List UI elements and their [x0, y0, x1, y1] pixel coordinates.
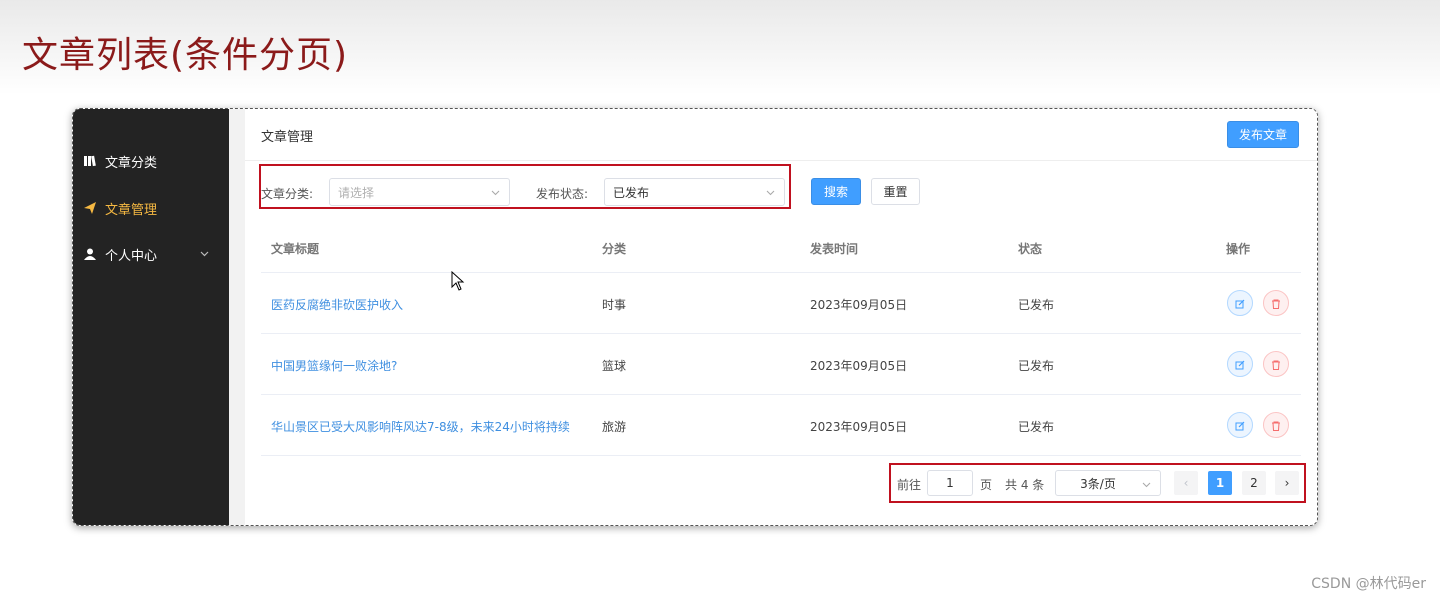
trash-icon — [1271, 294, 1281, 313]
table-header-row: 文章标题 分类 发表时间 状态 操作 — [261, 223, 1301, 273]
delete-button[interactable] — [1263, 351, 1289, 377]
edit-icon — [1235, 355, 1245, 374]
search-button[interactable]: 搜索 — [811, 178, 861, 205]
article-date: 2023年09月05日 — [810, 359, 908, 373]
article-title-link[interactable]: 医药反腐绝非砍医护收入 — [271, 296, 403, 313]
category-select[interactable]: 请选择 — [329, 178, 510, 206]
status-value: 已发布 — [613, 185, 650, 200]
chevron-down-icon — [1142, 477, 1151, 488]
chevron-down-icon — [491, 185, 500, 196]
mouse-cursor-icon — [451, 270, 465, 295]
article-category: 时事 — [602, 298, 627, 312]
trash-icon — [1271, 416, 1281, 435]
article-status: 已发布 — [1018, 359, 1055, 373]
chevron-down-icon[interactable] — [200, 249, 209, 260]
sidebar-item-article-category[interactable]: 文章分类 — [83, 151, 223, 171]
category-placeholder: 请选择 — [338, 185, 375, 200]
page-1-button[interactable]: 1 — [1208, 471, 1232, 495]
next-page-button[interactable]: › — [1275, 471, 1299, 495]
total-count: 共 4 条 — [1005, 478, 1045, 492]
edit-icon — [1235, 294, 1245, 313]
article-category: 旅游 — [602, 420, 627, 434]
delete-button[interactable] — [1263, 412, 1289, 438]
edit-icon — [1235, 416, 1245, 435]
goto-suffix: 页 — [980, 478, 993, 492]
page-size-value: 3条/页 — [1080, 476, 1116, 491]
user-icon — [83, 247, 97, 261]
status-select[interactable]: 已发布 — [604, 178, 785, 206]
column-header-title: 文章标题 — [271, 242, 320, 256]
delete-button[interactable] — [1263, 290, 1289, 316]
prev-page-button[interactable]: ‹ — [1174, 471, 1198, 495]
trash-icon — [1271, 355, 1281, 374]
article-date: 2023年09月05日 — [810, 420, 908, 434]
sidebar-item-personal-center[interactable]: 个人中心 — [83, 244, 223, 264]
article-date: 2023年09月05日 — [810, 298, 908, 312]
page-header: 文章管理 发布文章 — [245, 109, 1317, 161]
goto-page-input[interactable]: 1 — [927, 470, 973, 496]
sidebar-item-label: 文章分类 — [105, 155, 158, 171]
edit-button[interactable] — [1227, 351, 1253, 377]
article-category: 篮球 — [602, 359, 627, 373]
sidebar-item-article-management[interactable]: 文章管理 — [83, 198, 223, 218]
book-icon — [83, 154, 97, 168]
article-status: 已发布 — [1018, 298, 1055, 312]
column-header-actions: 操作 — [1226, 242, 1251, 256]
edit-button[interactable] — [1227, 290, 1253, 316]
article-title-link[interactable]: 中国男篮缘何一败涂地? — [271, 357, 397, 374]
page-2-button[interactable]: 2 — [1242, 471, 1266, 495]
chevron-down-icon — [766, 185, 775, 196]
app-window: 文章分类 文章管理 个人中心 文章管理 发布文章 文章分类: 请选择 发布状态:… — [72, 108, 1318, 526]
sidebar-item-label: 文章管理 — [105, 202, 158, 218]
send-icon — [83, 201, 97, 215]
table-row: 中国男篮缘何一败涂地? 篮球 2023年09月05日 已发布 — [261, 334, 1301, 395]
article-title-link[interactable]: 华山景区已受大风影响阵风达7-8级，未来24小时将持续 — [271, 418, 570, 435]
reset-button[interactable]: 重置 — [871, 178, 920, 205]
column-header-category: 分类 — [602, 242, 627, 256]
slide-title: 文章列表(条件分页) — [22, 35, 349, 76]
main-content: 文章管理 发布文章 文章分类: 请选择 发布状态: 已发布 搜索 重置 文章标题… — [245, 109, 1317, 525]
watermark: CSDN @林代码er — [1311, 576, 1426, 592]
status-label: 发布状态: — [536, 187, 589, 201]
goto-prefix: 前往 — [897, 478, 922, 492]
table-row: 华山景区已受大风影响阵风达7-8级，未来24小时将持续 旅游 2023年09月0… — [261, 395, 1301, 456]
edit-button[interactable] — [1227, 412, 1253, 438]
article-status: 已发布 — [1018, 420, 1055, 434]
category-label: 文章分类: — [261, 187, 314, 201]
page-title: 文章管理 — [261, 130, 314, 145]
sidebar-item-label: 个人中心 — [105, 248, 158, 264]
column-header-date: 发表时间 — [810, 242, 859, 256]
publish-article-button[interactable]: 发布文章 — [1227, 121, 1299, 148]
table-row: 医药反腐绝非砍医护收入 时事 2023年09月05日 已发布 — [261, 273, 1301, 334]
column-header-status: 状态 — [1018, 242, 1043, 256]
page-size-select[interactable]: 3条/页 — [1055, 470, 1161, 496]
content-gutter — [229, 109, 245, 525]
sidebar: 文章分类 文章管理 个人中心 — [73, 109, 229, 525]
